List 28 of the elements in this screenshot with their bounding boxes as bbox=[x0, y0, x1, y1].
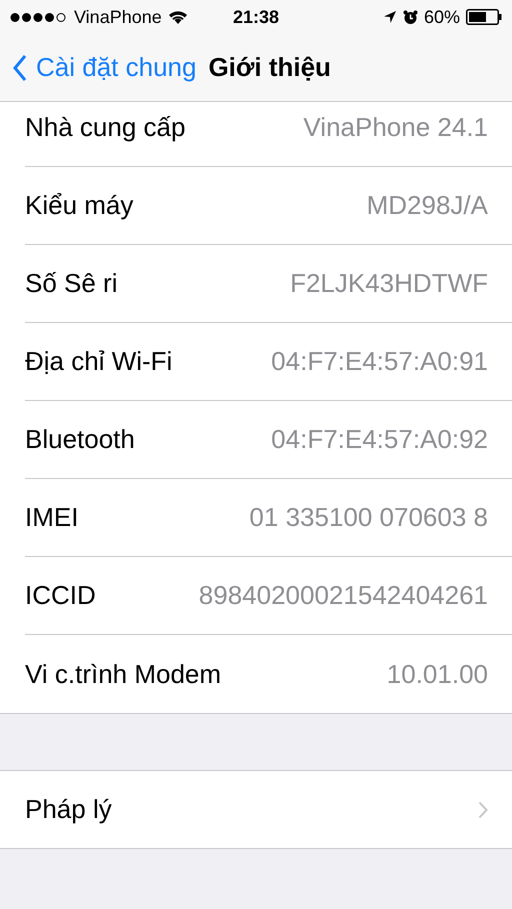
page-title: Giới thiệu bbox=[208, 52, 331, 83]
row-value: 10.01.00 bbox=[386, 658, 488, 690]
row-label: Số Sê ri bbox=[25, 268, 118, 299]
carrier-name: VinaPhone bbox=[74, 6, 162, 28]
row-label: Bluetooth bbox=[25, 424, 135, 455]
row-label: Vi c.trình Modem bbox=[25, 658, 222, 690]
row-value: MD298J/A bbox=[366, 190, 488, 221]
row-label: IMEI bbox=[25, 502, 78, 533]
chevron-right-icon bbox=[478, 800, 488, 818]
signal-icon bbox=[10, 12, 68, 22]
row-label: ICCID bbox=[25, 580, 96, 611]
alarm-clock-icon bbox=[402, 10, 418, 24]
row-label: Kiểu máy bbox=[25, 190, 134, 221]
row-value: 89840200021542404261 bbox=[198, 580, 488, 611]
row-label: Nhà cung cấp bbox=[25, 112, 186, 143]
status-time: 21:38 bbox=[232, 6, 280, 28]
wifi-icon bbox=[168, 10, 188, 24]
row-value: 04:F7:E4:57:A0:91 bbox=[271, 346, 488, 377]
row-label: Địa chỉ Wi-Fi bbox=[25, 346, 172, 377]
chevron-left-icon bbox=[12, 54, 28, 82]
battery-icon bbox=[466, 9, 502, 25]
row-value: 04:F7:E4:57:A0:92 bbox=[271, 424, 488, 455]
location-arrow-icon bbox=[382, 10, 397, 24]
row-value: VinaPhone 24.1 bbox=[303, 112, 488, 143]
row-value: F2LJK43HDTWF bbox=[290, 268, 488, 299]
row-value: 01 335100 070603 8 bbox=[249, 502, 488, 533]
back-button[interactable]: Cài đặt chung bbox=[12, 52, 196, 83]
battery-percent: 60% bbox=[424, 6, 460, 28]
